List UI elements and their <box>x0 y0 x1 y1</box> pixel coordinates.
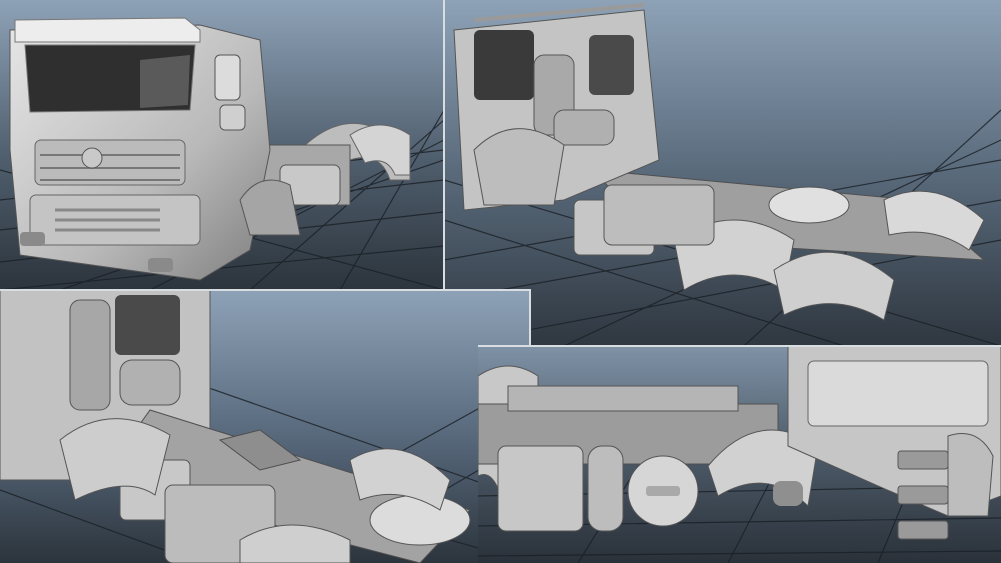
viewport-divider <box>478 345 1001 347</box>
brand-emblem <box>81 147 103 169</box>
viewport-side-underside-view <box>478 346 1001 563</box>
air-filter-housing <box>553 109 615 146</box>
rear-window <box>115 295 180 355</box>
viewport-divider <box>529 289 531 346</box>
fuel-tank <box>603 184 715 246</box>
fuel-cap <box>646 486 680 496</box>
side-underside-render <box>478 346 1001 563</box>
wheel-arch-front <box>473 128 565 206</box>
rear-window <box>589 35 634 95</box>
axle-hub <box>773 481 803 506</box>
fog-light-left <box>20 232 45 246</box>
mirror-lower <box>219 104 246 131</box>
cab-door-panel <box>807 360 989 427</box>
front-view-render <box>0 0 444 290</box>
viewport-front-view <box>0 0 444 290</box>
side-window <box>474 30 534 100</box>
air-filter-housing <box>119 359 181 406</box>
viewport-divider <box>443 0 445 290</box>
chassis-detail-render <box>0 290 530 563</box>
viewport-divider <box>0 289 530 291</box>
fifth-wheel-coupling <box>369 494 471 546</box>
fifth-wheel-coupling <box>768 186 850 224</box>
air-tank <box>587 445 624 532</box>
air-intake-snorkel <box>69 299 111 411</box>
fog-light-right <box>148 258 173 272</box>
sun-visor <box>14 17 201 43</box>
entry-steps <box>897 450 949 540</box>
cab-interior-seat <box>140 55 190 108</box>
side-mirror <box>214 54 241 101</box>
frame-top-rail <box>507 385 739 412</box>
battery-box <box>497 445 584 532</box>
front-grille <box>34 139 186 186</box>
front-wheel-arch <box>947 433 994 517</box>
viewport-chassis-detail-view <box>0 290 530 563</box>
